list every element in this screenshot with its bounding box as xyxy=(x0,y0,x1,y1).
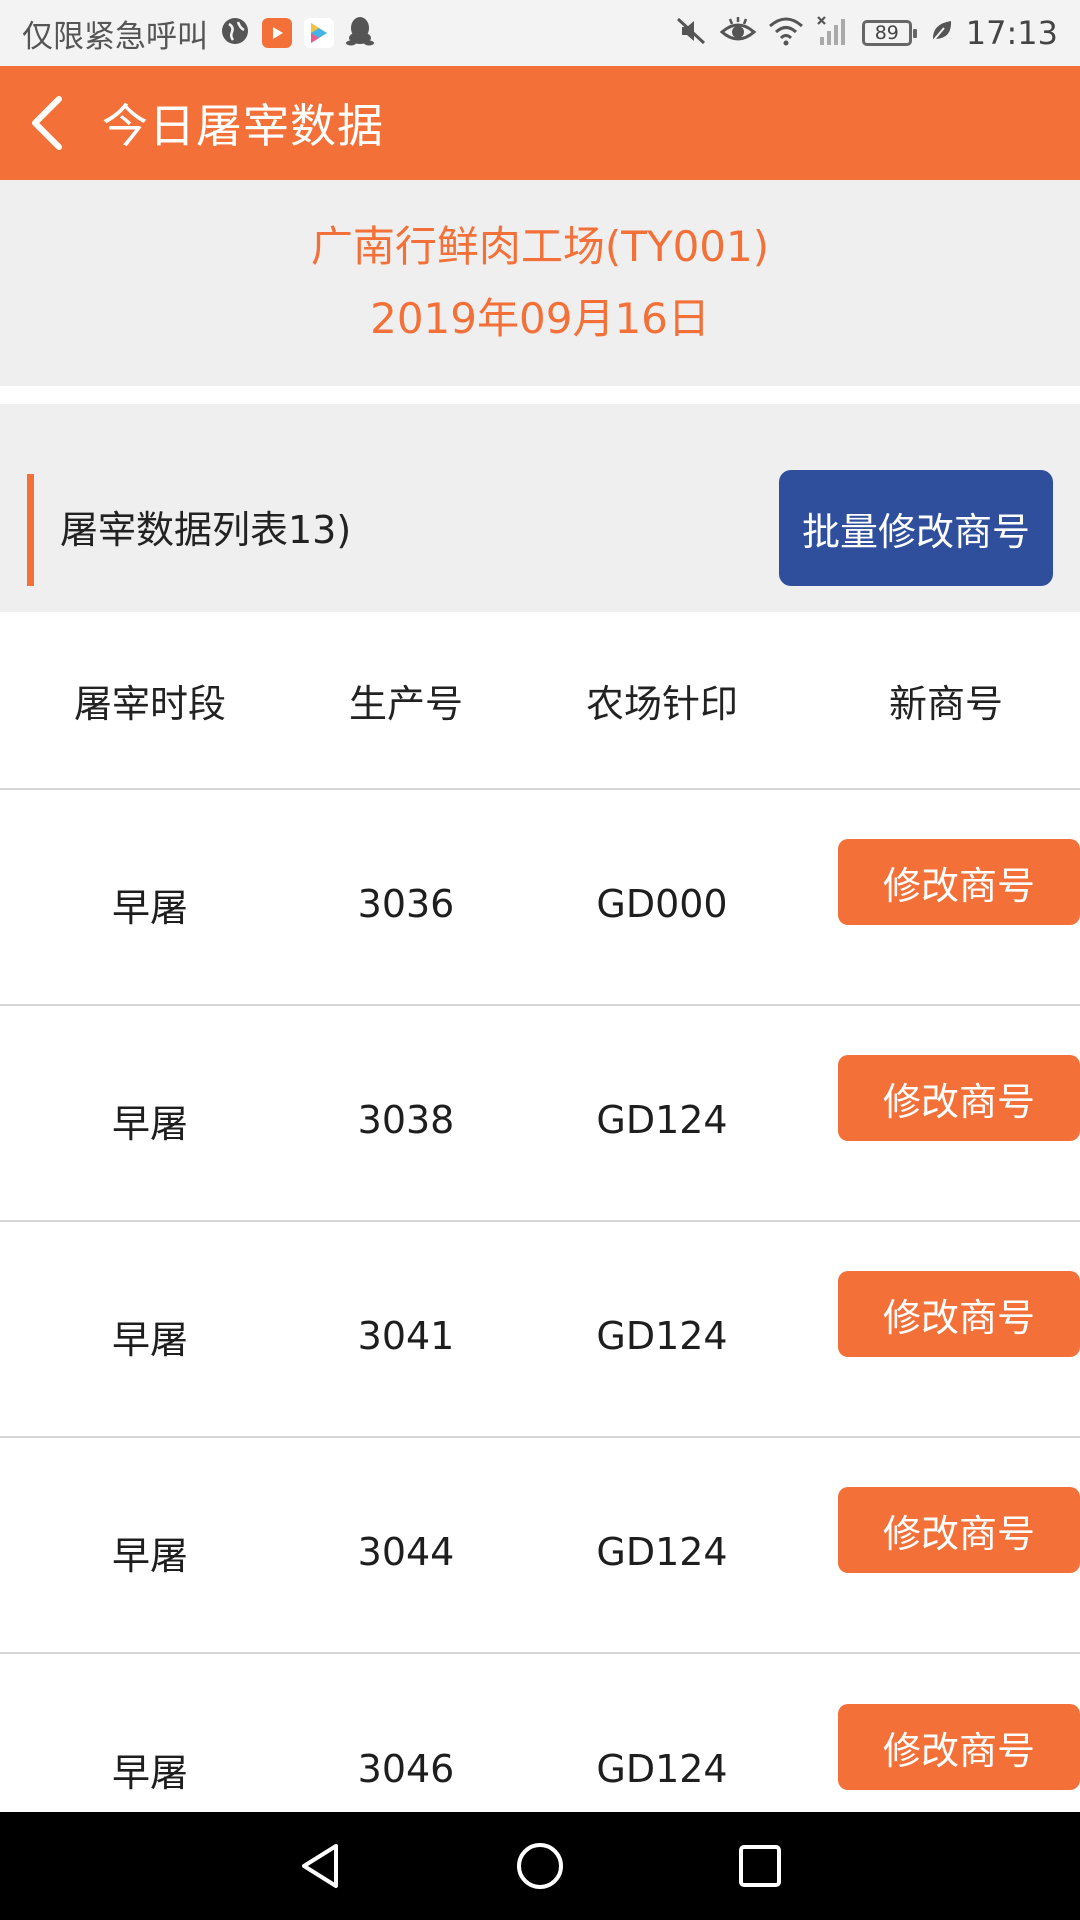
batch-edit-button[interactable]: 批量修改商号 xyxy=(779,470,1053,586)
cell-farm-stamp: GD000 xyxy=(596,882,728,926)
nav-back-button[interactable] xyxy=(285,1831,355,1901)
status-time: 17:13 xyxy=(965,14,1058,52)
cell-production-no: 3038 xyxy=(357,1098,455,1142)
cell-action: 修改商号 xyxy=(812,1487,1080,1573)
cell-production-no: 3041 xyxy=(357,1314,455,1358)
circle-home-icon xyxy=(517,1843,563,1889)
slaughter-data-table: 屠宰时段 生产号 农场针印 新商号 早屠 3036 GD000 修改商号 早屠 … xyxy=(0,612,1080,1870)
cell-action: 修改商号 xyxy=(812,1271,1080,1357)
cell-production-no: 3036 xyxy=(357,882,455,926)
table-row: 早屠 3036 GD000 修改商号 xyxy=(0,790,1080,1006)
factory-name: 广南行鲜肉工场(TY001) xyxy=(310,222,770,271)
system-nav-bar xyxy=(0,1812,1080,1920)
video-app-icon xyxy=(262,18,292,48)
column-header-farm-stamp: 农场针印 xyxy=(585,681,738,726)
cell-production-no: 3044 xyxy=(357,1530,455,1574)
table-row: 早屠 3038 GD124 修改商号 xyxy=(0,1006,1080,1222)
divider xyxy=(0,386,1080,404)
eye-comfort-icon xyxy=(719,16,757,50)
column-header-production-no: 生产号 xyxy=(348,681,463,726)
qq-penguin-icon xyxy=(346,16,374,50)
cell-action: 修改商号 xyxy=(812,1055,1080,1141)
nav-recent-button[interactable] xyxy=(725,1831,795,1901)
status-bar: 仅限紧急呼叫 89 17:13 xyxy=(0,0,1080,66)
battery-icon: 89 xyxy=(861,20,917,46)
carrier-text: 仅限紧急呼叫 xyxy=(22,18,208,55)
table-row: 早屠 3044 GD124 修改商号 xyxy=(0,1438,1080,1654)
cell-action: 修改商号 xyxy=(812,1704,1080,1790)
cell-period: 早屠 xyxy=(111,1750,188,1795)
cell-farm-stamp: GD124 xyxy=(596,1098,728,1142)
status-right: 89 17:13 xyxy=(674,14,1058,52)
page-title: 今日屠宰数据 xyxy=(102,99,384,153)
column-header-new-trade-no: 新商号 xyxy=(888,681,1003,726)
section-title: 屠宰数据列表13) xyxy=(60,508,352,552)
cell-period: 早屠 xyxy=(111,1317,188,1362)
cell-period: 早屠 xyxy=(111,885,188,930)
cell-action: 修改商号 xyxy=(812,839,1080,925)
chevron-left-icon xyxy=(32,96,62,150)
cell-production-no: 3046 xyxy=(357,1747,455,1791)
triangle-back-icon xyxy=(302,1844,338,1888)
title-bar: 今日屠宰数据 xyxy=(0,66,1080,180)
table-row: 早屠 3041 GD124 修改商号 xyxy=(0,1222,1080,1438)
back-button[interactable] xyxy=(2,66,92,180)
cell-period: 早屠 xyxy=(111,1101,188,1146)
cell-farm-stamp: GD124 xyxy=(596,1747,728,1791)
nav-home-button[interactable] xyxy=(505,1831,575,1901)
leaf-icon xyxy=(930,18,954,48)
edit-trade-no-button[interactable]: 修改商号 xyxy=(838,839,1080,925)
cell-period: 早屠 xyxy=(111,1533,188,1578)
edit-trade-no-button[interactable]: 修改商号 xyxy=(838,1055,1080,1141)
mute-icon xyxy=(674,15,708,51)
report-date: 2019年09月16日 xyxy=(370,294,710,343)
globe-icon xyxy=(220,16,250,50)
status-left: 仅限紧急呼叫 xyxy=(22,11,374,56)
cell-farm-stamp: GD124 xyxy=(596,1314,728,1358)
table-header: 屠宰时段 生产号 农场针印 新商号 xyxy=(0,612,1080,790)
media-app-icon xyxy=(304,18,334,48)
column-header-period: 屠宰时段 xyxy=(73,681,226,726)
edit-trade-no-button[interactable]: 修改商号 xyxy=(838,1704,1080,1790)
edit-trade-no-button[interactable]: 修改商号 xyxy=(838,1487,1080,1573)
signal-icon xyxy=(816,15,850,51)
square-recent-icon xyxy=(739,1845,781,1887)
wifi-icon xyxy=(768,16,804,50)
cell-farm-stamp: GD124 xyxy=(596,1530,728,1574)
factory-info-panel: 广南行鲜肉工场(TY001) 2019年09月16日 xyxy=(0,180,1080,386)
section-header: 屠宰数据列表13) 批量修改商号 xyxy=(0,404,1080,612)
section-accent-bar xyxy=(27,474,34,586)
battery-level: 89 xyxy=(874,21,899,44)
edit-trade-no-button[interactable]: 修改商号 xyxy=(838,1271,1080,1357)
